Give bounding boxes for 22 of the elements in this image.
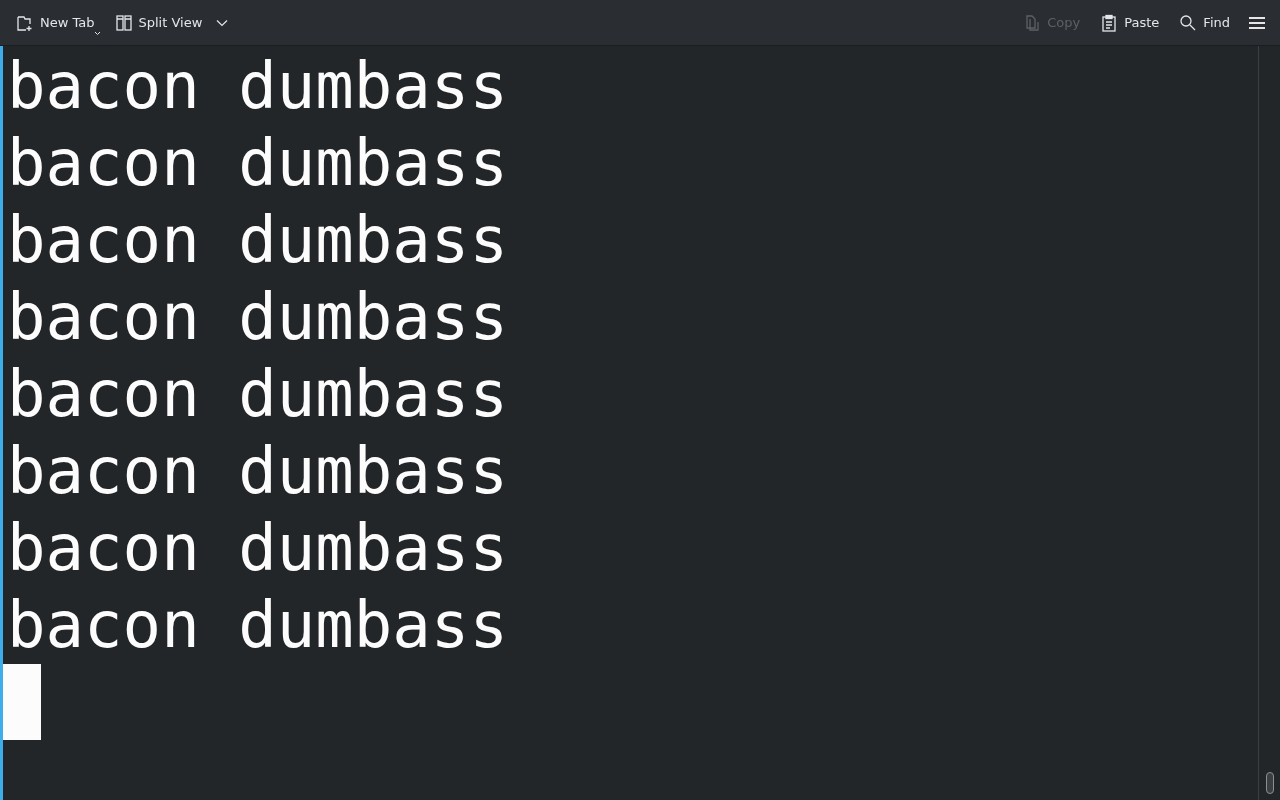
terminal-area[interactable]: bacon dumbass bacon dumbass bacon dumbass bacon dumbass bacon dumbass bacon dumbass bacon dumbass bacon dumbass	[0, 46, 1258, 800]
terminal-line: bacon dumbass	[7, 48, 509, 125]
new-tab-button[interactable]: New Tab	[8, 6, 103, 39]
menu-icon	[1249, 15, 1265, 30]
paste-button[interactable]: Paste	[1092, 6, 1168, 39]
clipboard-icon	[1100, 13, 1119, 32]
terminal-line: bacon dumbass	[7, 510, 509, 587]
caret-icon	[93, 30, 101, 36]
caret-icon	[216, 18, 229, 27]
terminal-line: bacon dumbass	[7, 356, 509, 433]
terminal-line: bacon dumbass	[7, 433, 509, 510]
split-view-button[interactable]: Split View	[106, 6, 237, 39]
scrollbar-thumb[interactable]	[1265, 772, 1274, 794]
terminal-line: bacon dumbass	[7, 125, 509, 202]
copy-icon	[1023, 13, 1042, 32]
terminal-line: bacon dumbass	[7, 279, 509, 356]
find-button[interactable]: Find	[1171, 6, 1238, 39]
new-tab-icon	[16, 13, 34, 32]
terminal-line: bacon dumbass	[7, 587, 509, 664]
split-view-icon	[114, 13, 133, 32]
terminal-line: bacon dumbass	[7, 202, 509, 279]
search-icon	[1179, 13, 1198, 32]
